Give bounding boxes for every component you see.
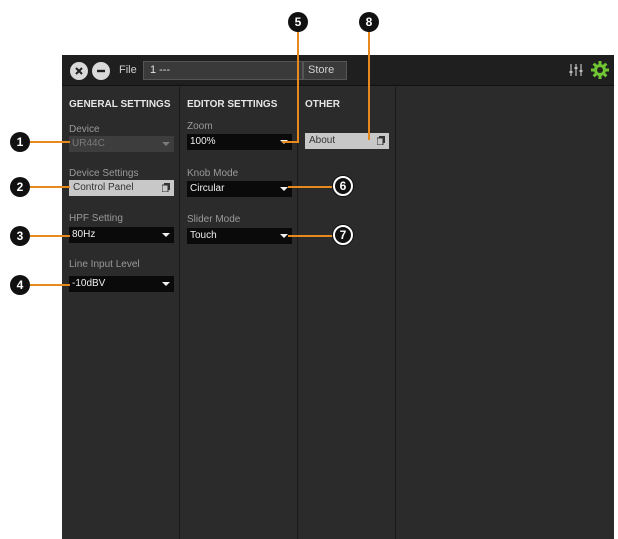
about-button[interactable]: About	[305, 133, 389, 149]
zoom-label: Zoom	[187, 121, 213, 132]
knob-mode-value: Circular	[190, 183, 225, 194]
callout-line-2	[30, 186, 70, 188]
knob-mode-dropdown[interactable]: Circular	[187, 181, 292, 197]
copy-icon	[377, 136, 385, 145]
zoom-value: 100%	[190, 136, 216, 147]
general-settings-column: GENERAL SETTINGS Device UR44C Device Set…	[62, 87, 180, 539]
about-label: About	[309, 135, 336, 146]
callout-badge-3: 3	[10, 226, 30, 246]
callout-badge-7: 7	[333, 225, 353, 245]
callout-badge-1: 1	[10, 132, 30, 152]
editor-settings-title: EDITOR SETTINGS	[187, 99, 278, 110]
file-label: File	[119, 64, 137, 76]
slider-mode-dropdown[interactable]: Touch	[187, 228, 292, 244]
line-input-level-dropdown[interactable]: -10dBV	[69, 276, 174, 292]
device-settings-label: Device Settings	[69, 168, 139, 179]
chevron-down-icon	[162, 282, 170, 286]
chevron-down-icon	[162, 233, 170, 237]
hpf-setting-value: 80Hz	[72, 229, 96, 240]
chevron-down-icon	[162, 142, 170, 146]
editor-settings-column: EDITOR SETTINGS Zoom 100% Knob Mode Circ…	[180, 87, 298, 539]
callout-line-6	[288, 186, 336, 188]
callout-line-5	[297, 30, 299, 142]
device-label: Device	[69, 124, 100, 135]
callout-line-5b	[282, 141, 299, 143]
control-panel-label: Control Panel	[73, 182, 134, 193]
callout-line-3	[30, 235, 70, 237]
callout-badge-6: 6	[333, 176, 353, 196]
callout-badge-2: 2	[10, 177, 30, 197]
callout-badge-5: 5	[288, 12, 308, 32]
control-panel-button[interactable]: Control Panel	[69, 180, 174, 196]
hpf-setting-label: HPF Setting	[69, 213, 123, 224]
line-input-level-value: -10dBV	[72, 278, 106, 289]
callout-line-8	[368, 30, 370, 140]
callout-badge-8: 8	[359, 12, 379, 32]
close-icon[interactable]	[70, 62, 88, 80]
general-settings-title: GENERAL SETTINGS	[69, 99, 171, 110]
callout-line-4	[30, 284, 70, 286]
settings-window: File 1 --- Store GENERAL SETTINGS Device…	[62, 55, 614, 539]
other-title: OTHER	[305, 99, 340, 110]
file-name-field[interactable]: 1 ---	[143, 61, 303, 80]
minus-icon[interactable]	[92, 62, 110, 80]
copy-icon	[162, 183, 170, 192]
slider-mode-value: Touch	[190, 230, 217, 241]
empty-panel	[396, 87, 614, 539]
hpf-setting-dropdown[interactable]: 80Hz	[69, 227, 174, 243]
store-button[interactable]: Store	[303, 61, 347, 80]
callout-badge-4: 4	[10, 275, 30, 295]
slider-mode-label: Slider Mode	[187, 214, 241, 225]
mixer-icon[interactable]	[568, 62, 584, 83]
knob-mode-label: Knob Mode	[187, 168, 239, 179]
chevron-down-icon	[280, 234, 288, 238]
gear-icon[interactable]	[590, 60, 610, 85]
line-input-level-label: Line Input Level	[69, 259, 140, 270]
callout-line-7	[288, 235, 336, 237]
device-value: UR44C	[72, 138, 105, 149]
top-toolbar: File 1 --- Store	[62, 55, 614, 86]
callout-line-1	[30, 141, 70, 143]
chevron-down-icon	[280, 187, 288, 191]
other-column: OTHER About	[298, 87, 396, 539]
zoom-dropdown[interactable]: 100%	[187, 134, 292, 150]
device-dropdown[interactable]: UR44C	[69, 136, 174, 152]
